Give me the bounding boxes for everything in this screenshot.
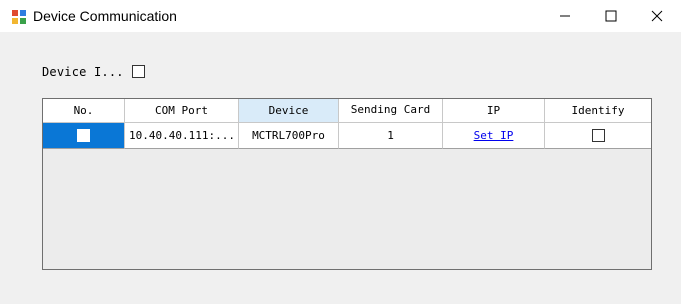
device-communication-window: Device Communication Device I... No. COM… <box>0 0 681 304</box>
maximize-button[interactable] <box>588 0 634 32</box>
minimize-button[interactable] <box>542 0 588 32</box>
row-no-checkbox[interactable] <box>77 129 90 142</box>
column-header-device[interactable]: Device <box>239 99 339 123</box>
maximize-icon <box>605 10 617 22</box>
title-bar[interactable]: Device Communication <box>0 0 681 32</box>
close-icon <box>651 10 663 22</box>
sending-card-cell[interactable]: 1 <box>339 123 443 149</box>
close-button[interactable] <box>634 0 680 32</box>
column-header-sending-card[interactable]: Sending Card <box>339 99 443 123</box>
ip-cell: Set IP <box>443 123 545 149</box>
column-header-no[interactable]: No. <box>43 99 125 123</box>
device-cell[interactable]: MCTRL700Pro <box>239 123 339 149</box>
identify-checkbox[interactable] <box>591 129 605 142</box>
device-filter-label: Device I... <box>42 65 124 79</box>
minimize-icon <box>560 15 570 17</box>
set-ip-link[interactable]: Set IP <box>474 129 514 142</box>
column-header-identify[interactable]: Identify <box>545 99 651 123</box>
row-select-cell[interactable] <box>43 123 125 149</box>
table-row[interactable]: 10.40.40.111:... MCTRL700Pro 1 Set IP <box>43 123 651 149</box>
device-filter-checkbox[interactable] <box>132 65 145 78</box>
column-header-ip[interactable]: IP <box>443 99 545 123</box>
window-title: Device Communication <box>33 8 177 24</box>
device-grid[interactable]: No. COM Port Device Sending Card IP Iden… <box>42 98 652 270</box>
grid-header: No. COM Port Device Sending Card IP Iden… <box>43 99 651 123</box>
identify-cell <box>545 123 651 149</box>
app-icon <box>12 10 26 24</box>
column-header-com-port[interactable]: COM Port <box>125 99 239 123</box>
com-port-cell[interactable]: 10.40.40.111:... <box>125 123 239 149</box>
